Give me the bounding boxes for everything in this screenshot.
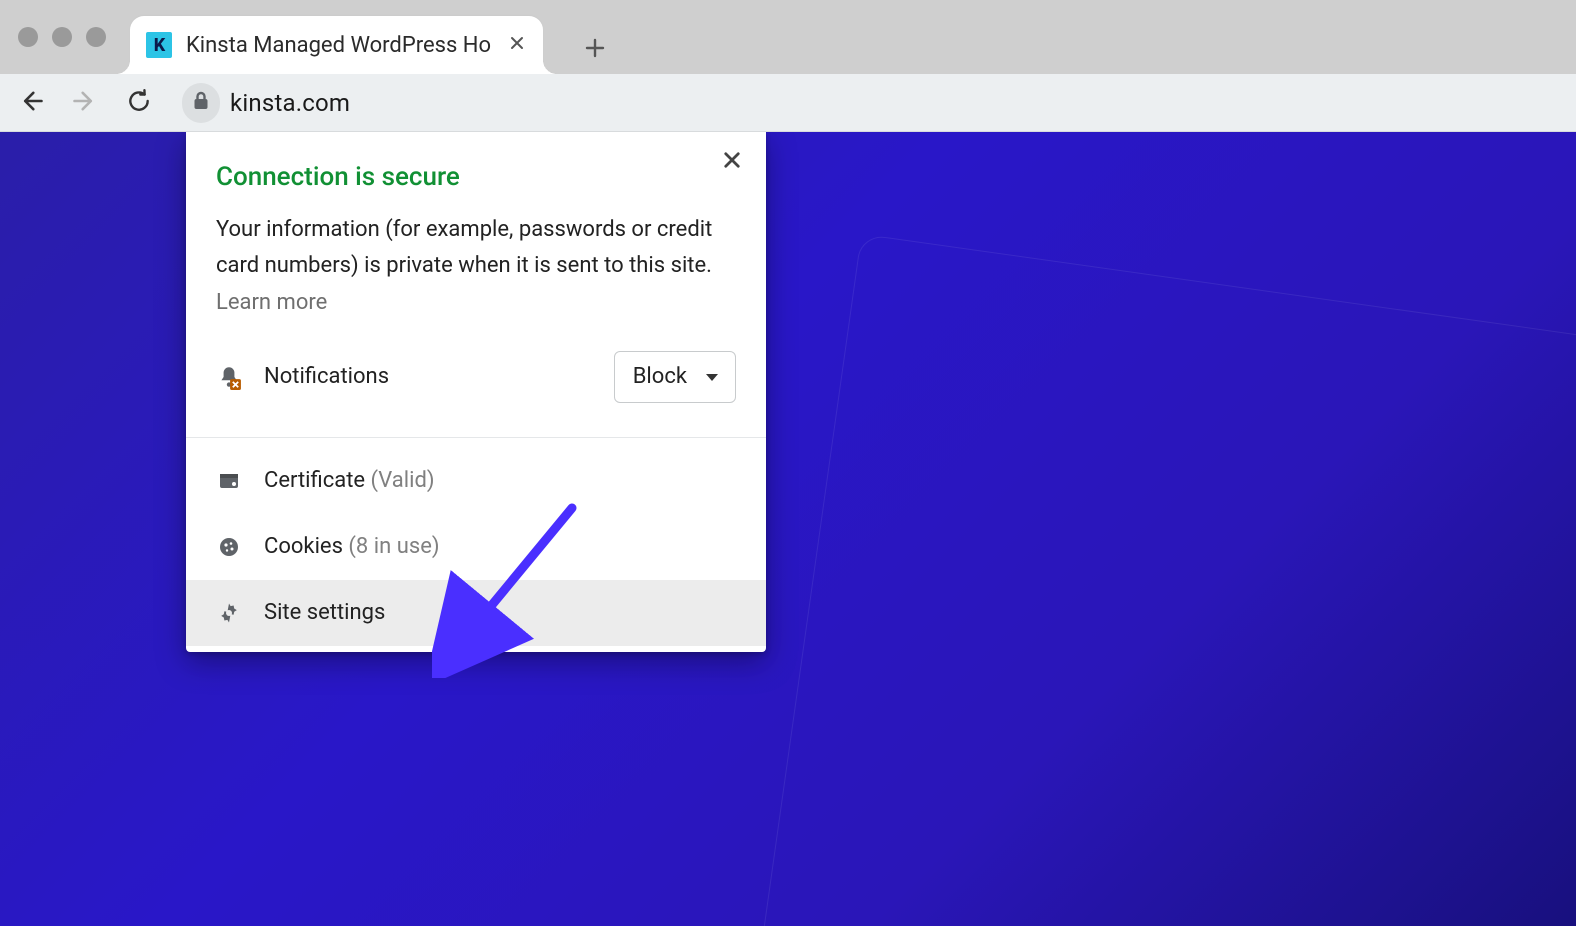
- plus-icon: [584, 37, 606, 63]
- site-info-button[interactable]: [182, 83, 220, 123]
- page-viewport: Connection is secure Your information (f…: [0, 132, 1576, 926]
- certificate-label: Certificate: [264, 468, 365, 493]
- bell-blocked-icon: [216, 364, 242, 390]
- close-icon: [722, 150, 742, 174]
- forward-button[interactable]: [68, 86, 102, 120]
- caret-down-icon: [705, 364, 719, 389]
- popup-close-button[interactable]: [716, 146, 748, 178]
- popup-divider: [186, 437, 766, 438]
- close-icon: [509, 35, 525, 55]
- learn-more-link[interactable]: Learn more: [216, 290, 327, 315]
- permission-notifications-row: Notifications Block: [216, 351, 736, 427]
- reload-button[interactable]: [122, 86, 156, 120]
- cookies-text: Cookies (8 in use): [264, 534, 440, 559]
- arrow-right-icon: [71, 87, 99, 119]
- arrow-left-icon: [17, 87, 45, 119]
- back-button[interactable]: [14, 86, 48, 120]
- site-info-popup: Connection is secure Your information (f…: [186, 132, 766, 652]
- address-bar[interactable]: kinsta.com: [176, 81, 1562, 125]
- certificate-icon: [216, 468, 242, 494]
- browser-toolbar: kinsta.com: [0, 74, 1576, 132]
- cookies-status: (8 in use): [348, 534, 439, 559]
- connection-description-text: Your information (for example, passwords…: [216, 217, 712, 278]
- cookies-row[interactable]: Cookies (8 in use): [186, 514, 766, 580]
- window-zoom-dot[interactable]: [86, 27, 106, 47]
- window-close-dot[interactable]: [18, 27, 38, 47]
- reload-icon: [126, 88, 152, 118]
- window-controls: [18, 27, 106, 47]
- certificate-text: Certificate (Valid): [264, 468, 435, 493]
- tab-title: Kinsta Managed WordPress Ho: [186, 33, 491, 58]
- new-tab-button[interactable]: [571, 26, 619, 74]
- lock-icon: [192, 91, 210, 115]
- notifications-label: Notifications: [264, 364, 389, 389]
- active-tab[interactable]: K Kinsta Managed WordPress Ho: [130, 16, 543, 74]
- notifications-value: Block: [633, 364, 687, 389]
- notifications-select[interactable]: Block: [614, 351, 736, 403]
- tab-favicon: K: [146, 32, 172, 58]
- certificate-status: (Valid): [371, 468, 435, 493]
- cookies-label: Cookies: [264, 534, 343, 559]
- site-settings-row[interactable]: Site settings: [186, 580, 766, 646]
- url-text: kinsta.com: [230, 89, 350, 117]
- close-tab-button[interactable]: [505, 33, 529, 57]
- connection-description: Your information (for example, passwords…: [216, 212, 736, 321]
- browser-tab-strip: K Kinsta Managed WordPress Ho: [0, 0, 1576, 74]
- certificate-row[interactable]: Certificate (Valid): [186, 448, 766, 514]
- site-settings-label: Site settings: [264, 600, 385, 625]
- tabs-area: K Kinsta Managed WordPress Ho: [130, 0, 619, 74]
- connection-secure-heading: Connection is secure: [216, 162, 736, 192]
- cookie-icon: [216, 534, 242, 560]
- gear-icon: [216, 600, 242, 626]
- window-minimize-dot[interactable]: [52, 27, 72, 47]
